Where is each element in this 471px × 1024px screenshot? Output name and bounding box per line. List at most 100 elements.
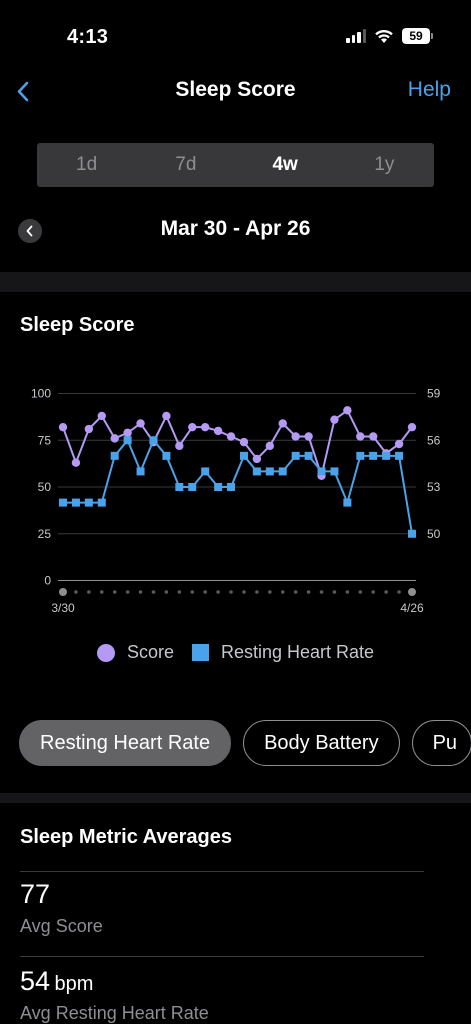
score-legend-marker — [96, 643, 115, 662]
right-axis-tick-label: 50 — [427, 527, 441, 541]
range-tab-4w[interactable]: 4w — [236, 143, 335, 187]
rhr-legend-label: Resting Heart Rate — [220, 642, 375, 662]
rhr-point — [149, 436, 158, 445]
chip-body-battery[interactable]: Body Battery — [243, 720, 400, 766]
left-axis-tick-label: 75 — [38, 433, 52, 447]
x-axis-day-dot — [397, 590, 401, 594]
avg-score-metric: 77 Avg Score — [20, 879, 103, 937]
score-point — [123, 428, 132, 437]
score-point — [136, 419, 145, 428]
x-axis-start-label: 3/30 — [51, 601, 75, 615]
avg-rhr-metric: 54 bpm Avg Resting Heart Rate — [20, 966, 209, 1024]
avg-rhr-value: 54 — [20, 966, 51, 996]
score-point — [97, 411, 106, 421]
x-axis-day-dot — [280, 590, 285, 594]
chip-pulse-ox[interactable]: Pu — [411, 720, 471, 766]
rhr-point — [278, 467, 287, 476]
x-axis-day-dot — [138, 590, 143, 594]
metric-chips: Resting Heart Rate Body Battery Pu — [19, 720, 471, 766]
averages-title: Sleep Metric Averages — [20, 826, 232, 848]
rhr-point — [188, 483, 197, 491]
score-point — [369, 432, 378, 441]
right-axis-tick-label: 59 — [427, 387, 441, 401]
rhr-point — [265, 467, 274, 476]
status-bar: 4:13 59 — [0, 0, 471, 70]
left-axis-tick-label: 100 — [31, 387, 51, 401]
score-legend-label: Score — [126, 642, 174, 662]
chart-section-title: Sleep Score — [20, 314, 135, 336]
x-axis-day-dot — [229, 590, 233, 594]
right-axis-tick-label: 56 — [427, 433, 441, 447]
range-tab-1d[interactable]: 1d — [37, 143, 136, 187]
x-axis-end-dot — [59, 588, 67, 596]
rhr-point — [201, 467, 210, 476]
section-divider — [0, 793, 471, 803]
x-axis-day-dot — [384, 590, 388, 594]
rhr-point — [214, 483, 223, 491]
x-axis-day-dot — [255, 590, 259, 594]
help-link[interactable]: Help — [408, 78, 451, 102]
score-point — [71, 458, 81, 467]
x-axis-day-dot — [125, 590, 130, 594]
range-segmented-control: 1d 7d 4w 1y — [37, 143, 434, 187]
score-point — [239, 437, 249, 447]
score-series-line — [62, 408, 413, 480]
right-axis-tick-label: 53 — [427, 480, 441, 494]
wifi-icon — [375, 29, 393, 43]
battery-icon: 59 — [402, 28, 433, 44]
rhr-point — [162, 451, 171, 460]
score-point — [356, 432, 365, 441]
avg-score-value: 77 — [20, 879, 51, 909]
score-point — [162, 411, 171, 421]
x-axis-day-dot — [306, 590, 311, 594]
rhr-legend-marker — [191, 644, 209, 661]
score-point — [252, 454, 262, 464]
range-tab-7d[interactable]: 7d — [136, 143, 235, 187]
divider-line — [20, 956, 424, 957]
score-point — [304, 432, 313, 441]
date-navigator: Mar 30 - Apr 26 — [0, 212, 471, 248]
rhr-point — [84, 498, 93, 507]
rhr-point — [252, 467, 261, 476]
x-axis-day-dot — [99, 590, 104, 594]
score-point — [110, 434, 119, 443]
rhr-point — [330, 467, 339, 476]
x-axis-day-dot — [203, 590, 207, 594]
range-tab-1y[interactable]: 1y — [335, 143, 434, 187]
x-axis-end-dot — [408, 588, 416, 596]
score-point — [343, 406, 352, 415]
x-axis-day-dot — [151, 590, 156, 594]
score-point — [407, 422, 417, 432]
avg-rhr-unit: bpm — [54, 973, 94, 995]
score-point — [213, 426, 223, 436]
score-point — [330, 415, 339, 424]
rhr-point — [369, 451, 378, 460]
x-axis-day-dot — [177, 590, 182, 594]
rhr-point — [97, 498, 106, 507]
section-divider — [0, 272, 471, 292]
x-axis-day-dot — [87, 590, 91, 594]
x-axis-day-dot — [319, 590, 324, 594]
x-axis-day-dot — [164, 590, 169, 594]
avg-rhr-label: Avg Resting Heart Rate — [20, 1003, 209, 1023]
rhr-point — [239, 451, 248, 460]
chip-resting-heart-rate[interactable]: Resting Heart Rate — [19, 720, 232, 766]
status-icons: 59 — [346, 28, 433, 44]
score-point — [188, 422, 197, 432]
rhr-point — [59, 498, 67, 507]
x-axis-day-dot — [358, 590, 363, 594]
status-time: 4:13 — [67, 26, 109, 48]
divider-line — [20, 871, 424, 872]
x-axis-day-dot — [371, 590, 376, 594]
x-axis-day-dot — [242, 590, 246, 594]
x-axis-day-dot — [345, 590, 350, 594]
rhr-point — [317, 467, 326, 476]
score-point — [265, 441, 275, 451]
chart-legend: Score Resting Heart Rate — [0, 642, 471, 663]
battery-level: 59 — [402, 28, 430, 44]
rhr-point — [408, 529, 416, 538]
left-axis-tick-label: 50 — [38, 480, 52, 494]
date-range-label: Mar 30 - Apr 26 — [160, 217, 311, 240]
page-title: Sleep Score — [175, 78, 296, 101]
x-axis-end-label: 4/26 — [400, 601, 424, 615]
